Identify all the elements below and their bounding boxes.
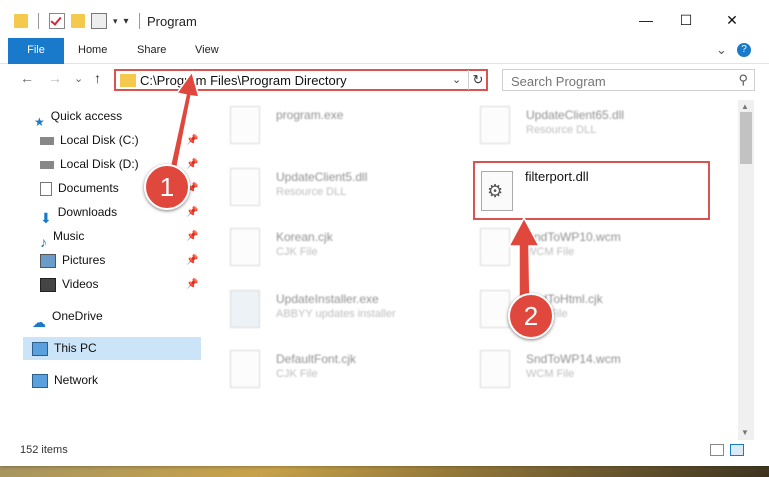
arrow-two-icon bbox=[507, 216, 541, 304]
step-marker-two: 2 bbox=[508, 293, 554, 339]
annotation-arrows bbox=[165, 70, 541, 304]
step-marker-one: 1 bbox=[144, 164, 190, 210]
